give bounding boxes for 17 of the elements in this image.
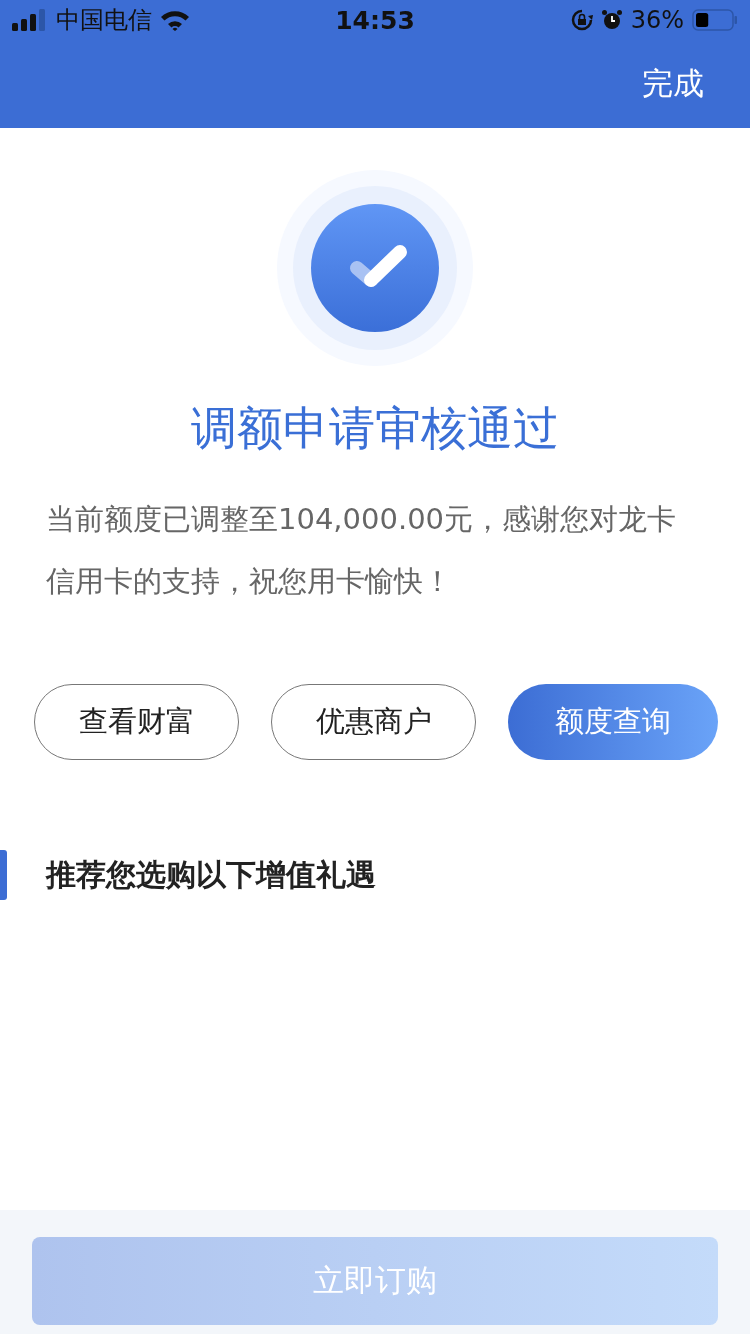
result-title: 调额申请审核通过 [190, 400, 560, 457]
wifi-icon [160, 9, 190, 31]
alarm-icon [600, 9, 623, 31]
signal-icon [12, 9, 48, 31]
done-button[interactable]: 完成 [642, 63, 704, 105]
section-marker [0, 850, 7, 900]
action-button[interactable]: 优惠商户 [271, 684, 476, 760]
action-button[interactable]: 查看财富 [34, 684, 239, 760]
battery-icon [692, 9, 738, 31]
clock-time: 14:53 [335, 5, 415, 35]
battery-percent: 36% [630, 6, 684, 34]
section-title: 推荐您选购以下增值礼遇 [46, 855, 376, 894]
carrier-name: 中国电信 [56, 5, 152, 36]
success-check-icon [275, 168, 475, 368]
rotation-lock-icon [570, 9, 593, 31]
action-button[interactable]: 额度查询 [508, 684, 718, 760]
result-message: 当前额度已调整至104,000.00元，感谢您对龙卡信用卡的支持，祝您用卡愉快！ [46, 501, 678, 600]
